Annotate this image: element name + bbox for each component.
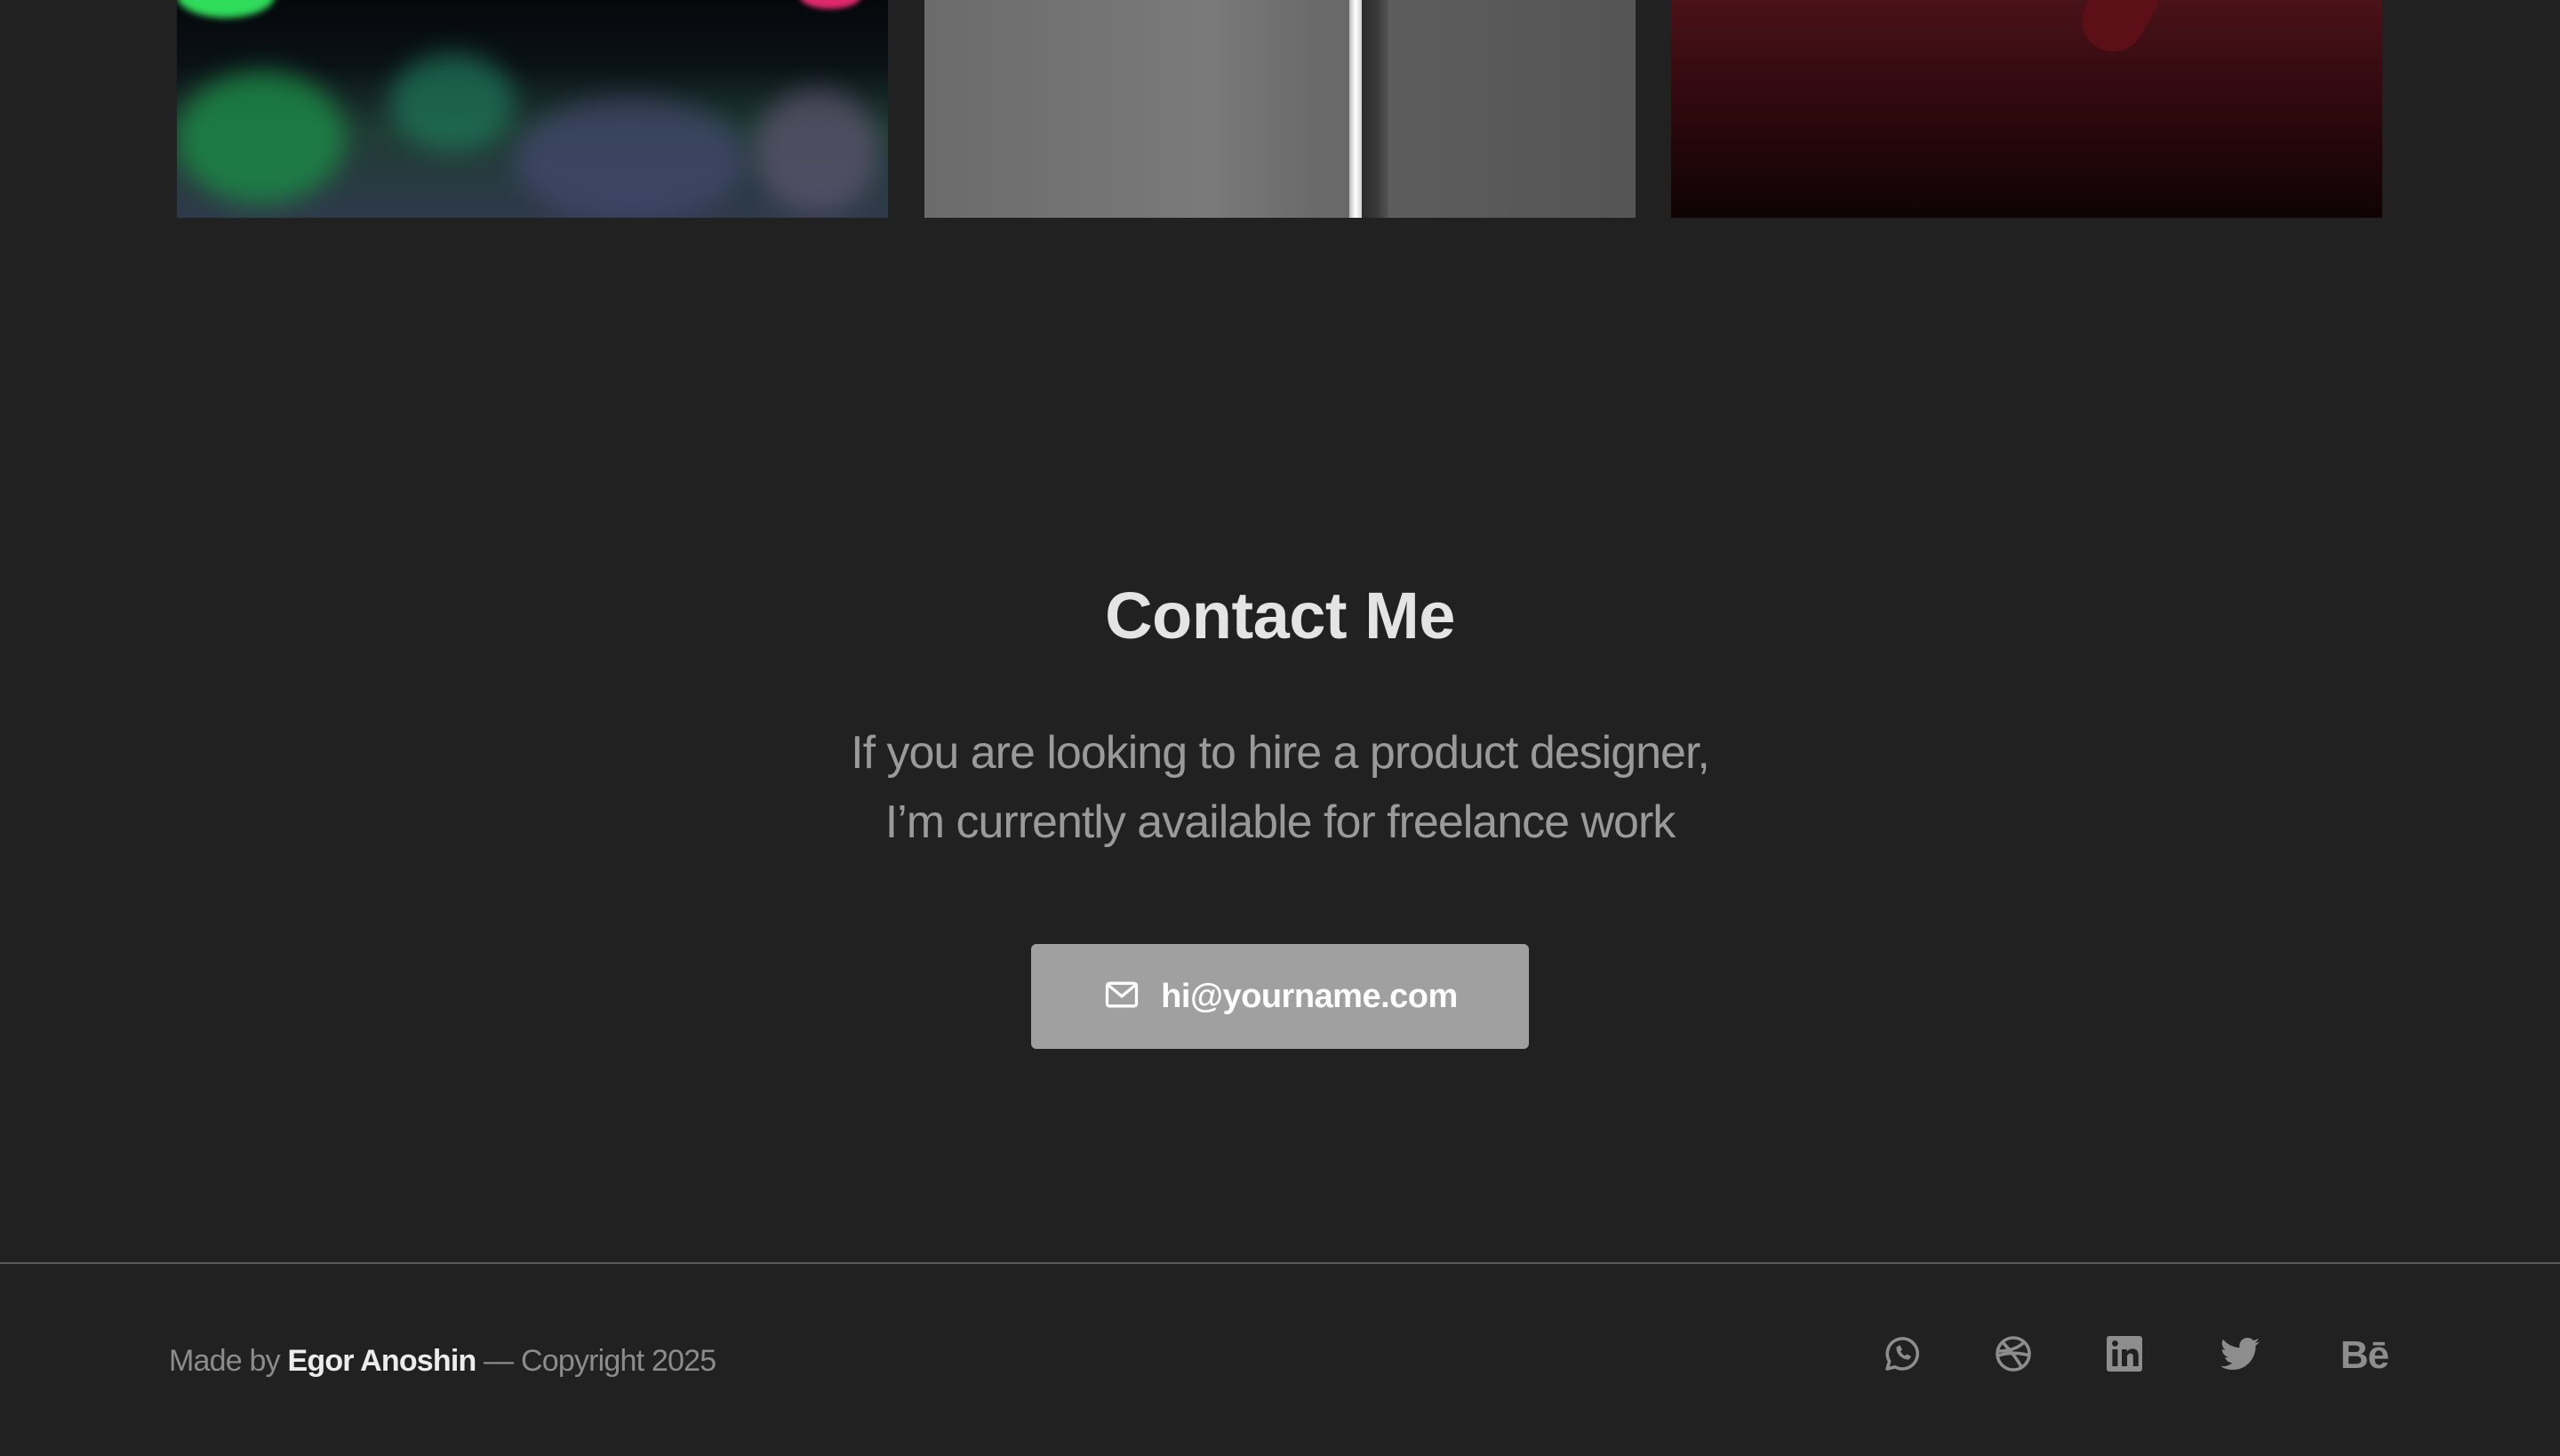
decorative-bar [1349,0,1362,218]
mail-icon [1102,975,1141,1019]
decorative-bar [1362,0,1388,218]
decorative-blob [390,53,515,151]
made-by-prefix: Made by [169,1344,281,1378]
page: Contact Me If you are looking to hire a … [0,0,2560,1456]
project-thumbnail-gray[interactable] [924,0,1636,218]
contact-title: Contact Me [1105,579,1455,652]
footer-divider [0,1262,2560,1264]
decorative-blob [799,0,861,9]
linkedin-icon [2103,1332,2146,1380]
decorative-shape [2070,0,2170,63]
decorative-blob [515,98,746,218]
decorative-blob [177,0,275,18]
email-button-label: hi@yourname.com [1161,977,1458,1015]
contact-text-line: If you are looking to hire a product des… [851,727,1710,779]
decorative-blob [755,89,879,213]
project-thumbnail-neon[interactable] [177,0,888,218]
email-button[interactable]: hi@yourname.com [1031,944,1529,1049]
twitter-icon [2219,1332,2261,1380]
dribbble-icon [1992,1332,2035,1380]
decorative-blob [177,71,346,204]
decorative-panel [1388,0,1636,218]
project-thumbnail-red[interactable] [1671,0,2382,218]
author-link[interactable]: Egor Anoshin [287,1344,476,1378]
copyright-text: — Copyright 2025 [484,1344,716,1378]
behance-link[interactable]: Bē [2333,1329,2396,1382]
linkedin-link[interactable] [2098,1329,2151,1382]
whatsapp-link[interactable] [1876,1329,1929,1382]
dribbble-link[interactable] [1987,1329,2040,1382]
behance-icon: Bē [2340,1333,2389,1377]
footer-credit: Made by Egor Anoshin — Copyright 2025 [169,1344,716,1379]
whatsapp-icon [1881,1332,1924,1380]
contact-text-line: I’m currently available for freelance wo… [884,796,1676,848]
twitter-link[interactable] [2213,1329,2267,1382]
contact-description: If you are looking to hire a product des… [0,718,2560,857]
